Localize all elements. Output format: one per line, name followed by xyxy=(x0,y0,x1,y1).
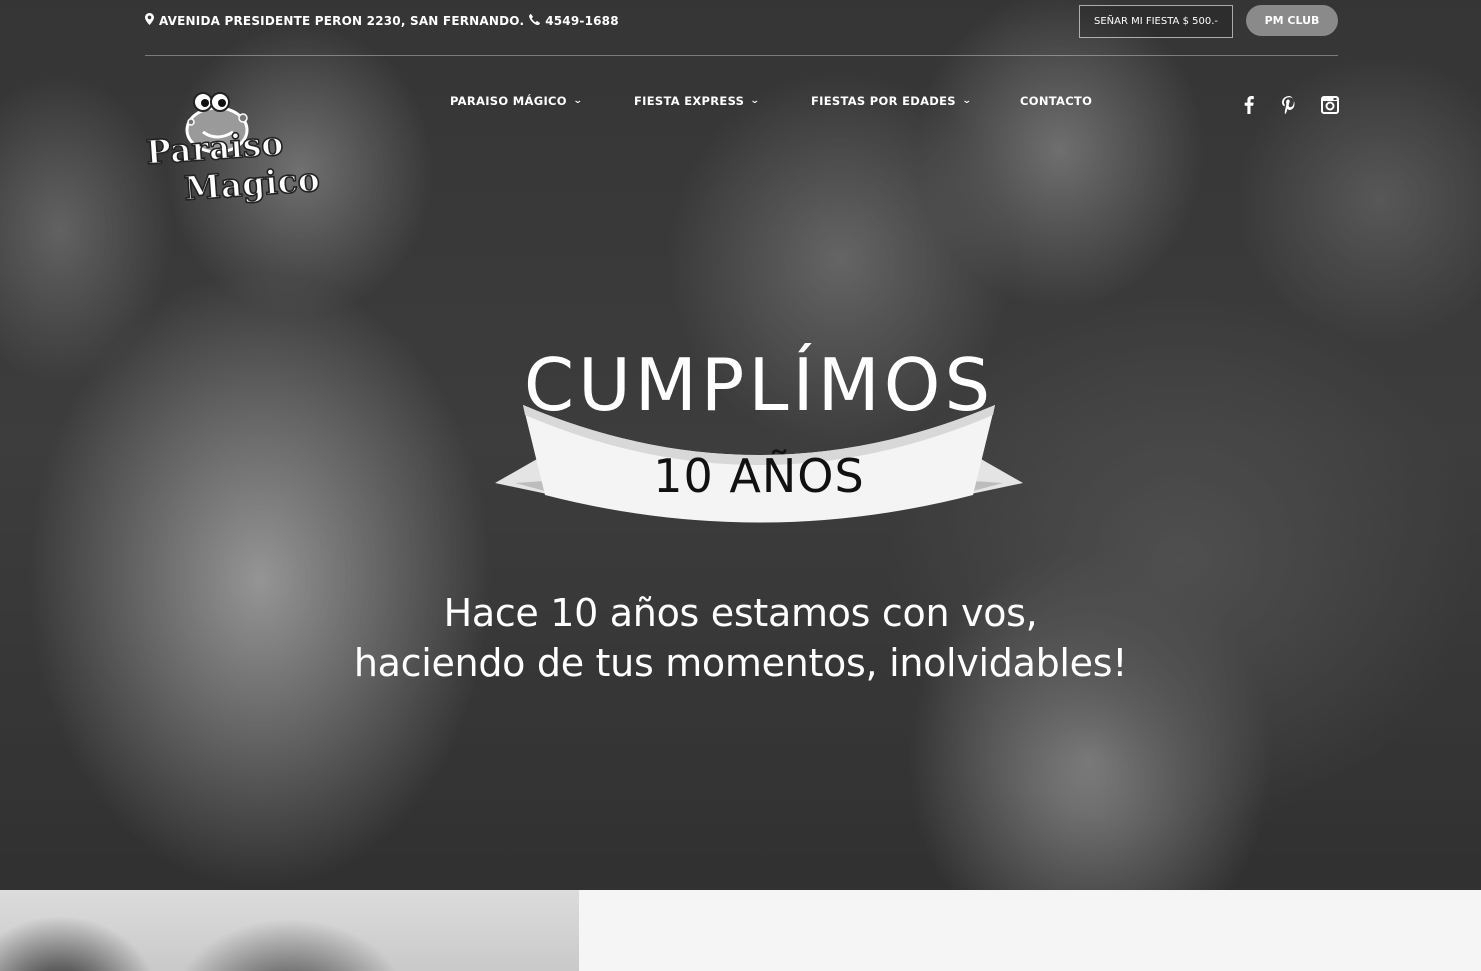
nav-item-fiestas-por-edades[interactable]: FIESTAS POR EDADES ⌄ xyxy=(811,94,972,108)
map-pin-icon xyxy=(145,13,154,28)
nav-item-contacto[interactable]: CONTACTO xyxy=(1020,94,1092,108)
section-content-preview xyxy=(579,890,1481,971)
chevron-down-icon: ⌄ xyxy=(572,96,583,106)
nav-item-label: FIESTAS POR EDADES xyxy=(811,94,956,108)
phone-icon xyxy=(529,13,541,28)
chevron-down-icon: ⌄ xyxy=(750,96,761,106)
top-bar: AVENIDA PRESIDENTE PERON 2230, SAN FERNA… xyxy=(145,0,1338,56)
tagline-line-1: Hace 10 años estamos con vos, xyxy=(443,591,1038,635)
tagline-line-2: haciendo de tus momentos, inolvidables! xyxy=(353,641,1128,685)
hero-tagline: Hace 10 años estamos con vos, haciendo d… xyxy=(0,588,1481,688)
nav-item-label: PARAISO MÁGICO xyxy=(450,94,567,108)
anniversary-banner: CUMPLÍMOS 10 AÑOS xyxy=(495,345,1023,525)
pinterest-icon[interactable] xyxy=(1278,94,1300,116)
section-photo-preview xyxy=(0,890,579,971)
phone-number[interactable]: 4549-1688 xyxy=(545,14,619,28)
nav-item-paraiso-magico[interactable]: PARAISO MÁGICO ⌄ xyxy=(450,94,582,108)
nav-item-label: FIESTA EXPRESS xyxy=(634,94,745,108)
chevron-down-icon: ⌄ xyxy=(961,96,972,106)
instagram-icon[interactable] xyxy=(1319,94,1341,116)
senar-fiesta-button[interactable]: SEÑAR MI FIESTA $ 500.- xyxy=(1079,5,1233,38)
nav-item-label: CONTACTO xyxy=(1020,94,1093,108)
logo-line-2: Magico xyxy=(183,160,321,208)
pm-club-button[interactable]: PM CLUB xyxy=(1246,5,1338,36)
address-text: AVENIDA PRESIDENTE PERON 2230, SAN FERNA… xyxy=(159,13,525,28)
contact-info: AVENIDA PRESIDENTE PERON 2230, SAN FERNA… xyxy=(145,13,619,28)
facebook-icon[interactable] xyxy=(1238,94,1260,116)
ribbon-text: 10 AÑOS xyxy=(653,449,865,503)
nav-item-fiesta-express[interactable]: FIESTA EXPRESS ⌄ xyxy=(634,94,761,108)
